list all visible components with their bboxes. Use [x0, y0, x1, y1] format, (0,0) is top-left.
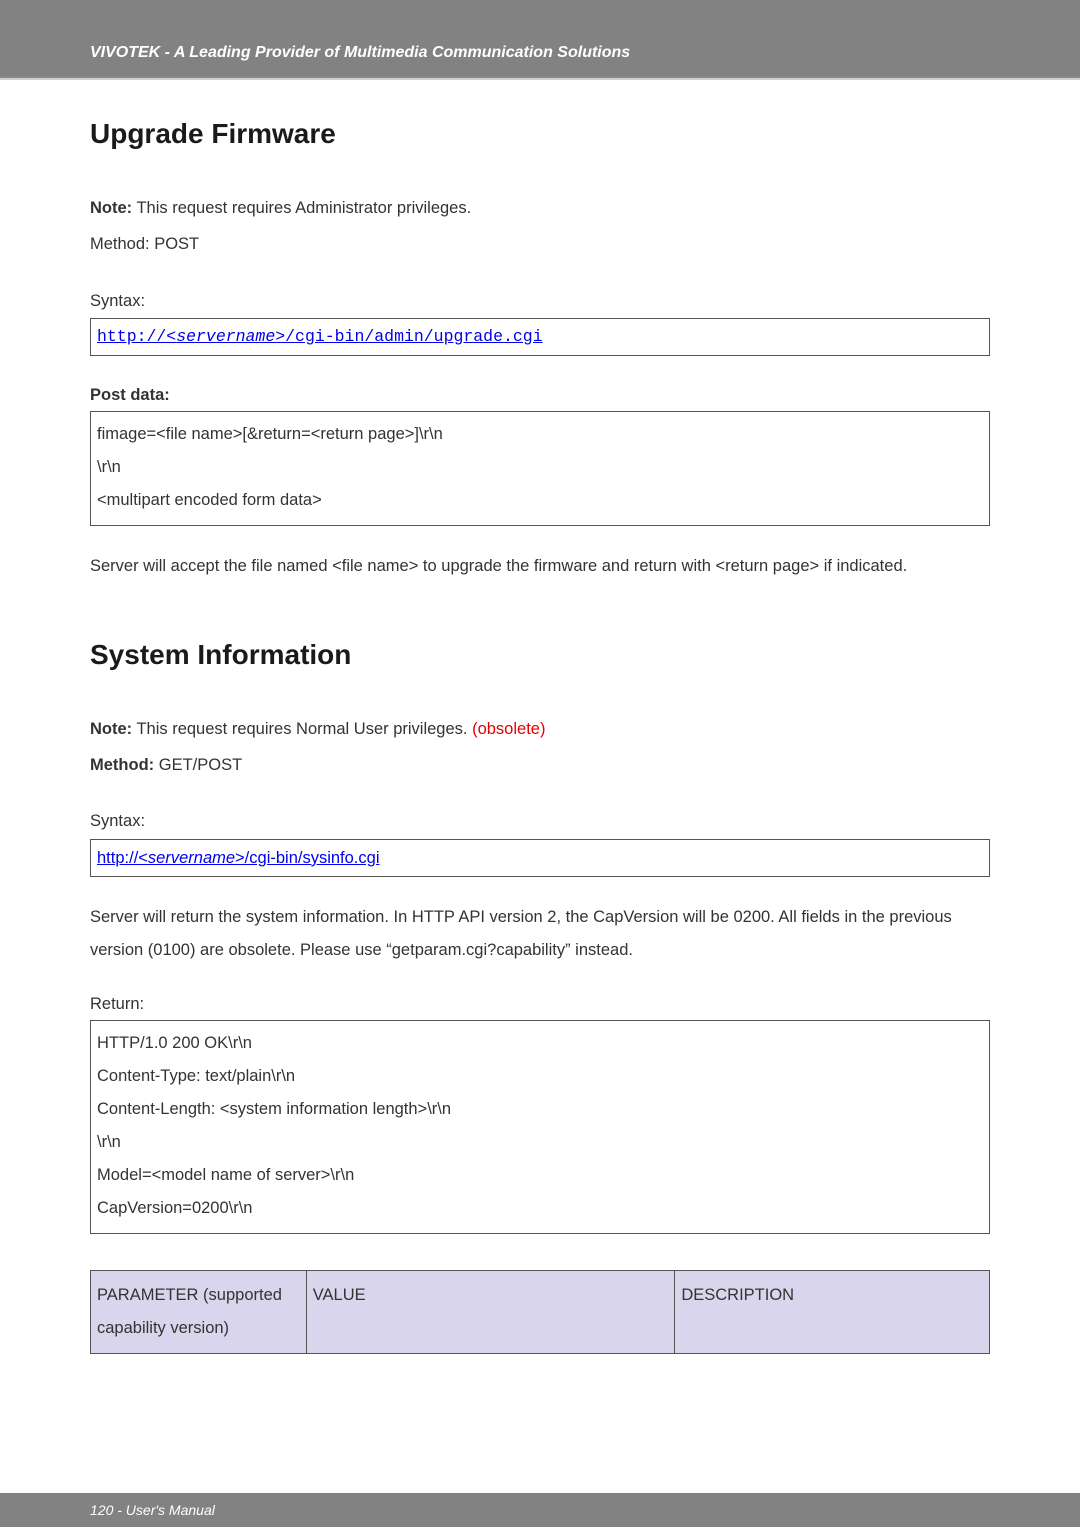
- return-label: Return:: [90, 991, 990, 1017]
- post-data-box: fimage=<file name>[&return=<return page>…: [90, 411, 990, 526]
- page-number: 120 - User's Manual: [90, 1499, 215, 1521]
- return-line-1: HTTP/1.0 200 OK\r\n: [97, 1027, 983, 1060]
- syntax-prefix: http://<: [97, 327, 176, 346]
- method-line-sysinfo: Method: GET/POST: [90, 752, 990, 778]
- th-parameter: PARAMETER (supported capability version): [91, 1270, 307, 1353]
- post-line-2: \r\n: [97, 451, 983, 484]
- return-line-5: Model=<model name of server>\r\n: [97, 1159, 983, 1192]
- note-text: This request requires Administrator priv…: [132, 199, 471, 217]
- note-label-2: Note:: [90, 720, 132, 738]
- syntax2-servername: servername: [148, 849, 235, 867]
- return-line-4: \r\n: [97, 1126, 983, 1159]
- note-sysinfo: Note: This request requires Normal User …: [90, 716, 990, 742]
- obsolete-tag: (obsolete): [472, 720, 545, 738]
- sysinfo-description: Server will return the system informatio…: [90, 901, 990, 967]
- syntax-label-sysinfo: Syntax:: [90, 808, 990, 834]
- method-label: Method:: [90, 756, 154, 774]
- syntax-box-sysinfo: http://<servername>/cgi-bin/sysinfo.cgi: [90, 839, 990, 877]
- parameter-table: PARAMETER (supported capability version)…: [90, 1270, 990, 1354]
- return-line-2: Content-Type: text/plain\r\n: [97, 1060, 983, 1093]
- th-value: VALUE: [306, 1270, 675, 1353]
- table-header-row: PARAMETER (supported capability version)…: [91, 1270, 990, 1353]
- post-line-3: <multipart encoded form data>: [97, 484, 983, 517]
- note-text-2: This request requires Normal User privil…: [132, 720, 472, 738]
- note-label: Note:: [90, 199, 132, 217]
- server-accept-para: Server will accept the file named <file …: [90, 550, 990, 583]
- method-text: GET/POST: [154, 756, 242, 774]
- brand-line: VIVOTEK - A Leading Provider of Multimed…: [90, 40, 630, 66]
- header-divider: [0, 78, 1080, 80]
- syntax-servername: servername: [176, 327, 275, 346]
- page-content: Upgrade Firmware Note: This request requ…: [0, 112, 1080, 1354]
- return-line-6: CapVersion=0200\r\n: [97, 1192, 983, 1225]
- method-line-upgrade: Method: POST: [90, 231, 990, 257]
- syntax-suffix: >/cgi-bin/admin/upgrade.cgi: [275, 327, 542, 346]
- post-line-1: fimage=<file name>[&return=<return page>…: [97, 418, 983, 451]
- section-title-upgrade-firmware: Upgrade Firmware: [90, 112, 990, 157]
- syntax-box-upgrade: http://<servername>/cgi-bin/admin/upgrad…: [90, 318, 990, 356]
- page-header: VIVOTEK - A Leading Provider of Multimed…: [0, 0, 1080, 78]
- syntax-label-upgrade: Syntax:: [90, 288, 990, 314]
- th-description: DESCRIPTION: [675, 1270, 990, 1353]
- syntax2-suffix: >/cgi-bin/sysinfo.cgi: [235, 849, 379, 867]
- return-line-3: Content-Length: <system information leng…: [97, 1093, 983, 1126]
- syntax2-prefix: http://<: [97, 849, 148, 867]
- section-title-system-info: System Information: [90, 633, 990, 678]
- page-footer: 120 - User's Manual: [0, 1493, 1080, 1527]
- post-data-label: Post data:: [90, 382, 990, 408]
- return-box: HTTP/1.0 200 OK\r\n Content-Type: text/p…: [90, 1020, 990, 1234]
- note-upgrade: Note: This request requires Administrato…: [90, 195, 990, 221]
